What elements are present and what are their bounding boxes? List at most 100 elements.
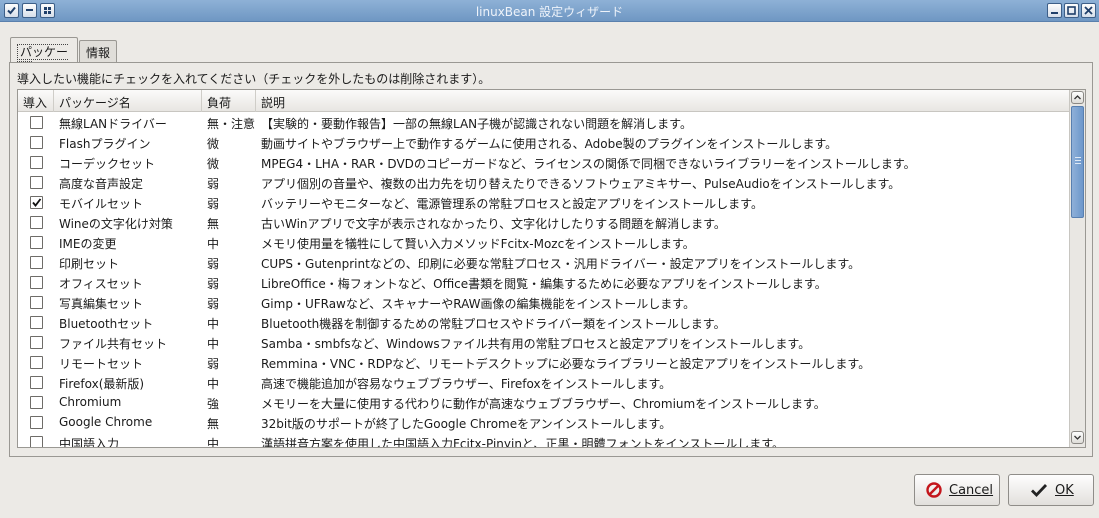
title-bar: linuxBean 設定ウィザード — [0, 0, 1099, 22]
install-checkbox[interactable] — [30, 276, 43, 289]
install-checkbox[interactable] — [30, 336, 43, 349]
column-header-description[interactable]: 説明 — [256, 90, 1071, 112]
tab-info-label: 情報 — [86, 46, 111, 60]
table-row[interactable]: Google Chrome 無 32bit版のサポートが終了したGoogle Chr… — [18, 413, 1071, 433]
table-row[interactable]: Bluetoothセット 中 Bluetooth機器を制御するための常駐プロセスやド… — [18, 313, 1071, 333]
package-description: メモリーを大量に使用する代わりに動作が高速なウェブブラウザー、Chromiumを… — [261, 397, 826, 411]
package-load: 弱 — [207, 197, 220, 211]
install-checkbox[interactable] — [30, 396, 43, 409]
table-row[interactable]: ファイル共有セット 中 Samba・smbfsなど、Windowsファイル共有用の常… — [18, 333, 1071, 353]
minimize-icon[interactable] — [1047, 3, 1062, 18]
package-description: Bluetooth機器を制御するための常駐プロセスやドライバー類をインストールし… — [261, 317, 726, 331]
package-name: Google Chrome — [59, 415, 153, 429]
package-load: 弱 — [207, 357, 220, 371]
close-icon[interactable] — [1081, 3, 1096, 18]
package-load: 中 — [207, 337, 220, 351]
package-load: 無 — [207, 217, 220, 231]
tab-info[interactable]: 情報 — [79, 40, 117, 63]
package-list: 導入 パッケージ名 負荷 説明 無線LANドライバー 無・注意 【実験的・要動作報告… — [17, 89, 1086, 448]
package-name: Firefox(最新版) — [59, 377, 145, 391]
package-load: 強 — [207, 397, 220, 411]
package-name: オフィスセット — [59, 277, 143, 291]
package-description: CUPS・Gutenprintなどの、印刷に必要な常駐プロセス・汎用ドライバー・… — [261, 257, 861, 271]
package-name: Flashプラグイン — [59, 137, 151, 151]
package-description: 高速で機能追加が容易なウェブブラウザー、Firefoxをインストールします。 — [261, 377, 672, 391]
cancel-icon — [926, 482, 942, 498]
package-description: MPEG4・LHA・RAR・DVDのコピーガードなど、ライセンスの関係で同梱でき… — [261, 157, 916, 171]
column-header-load[interactable]: 負荷 — [202, 90, 256, 112]
package-load: 微 — [207, 137, 220, 151]
checkmark-icon — [1031, 484, 1048, 498]
package-load: 中 — [207, 437, 220, 447]
package-load: 弱 — [207, 277, 220, 291]
package-load: 中 — [207, 377, 220, 391]
cancel-button[interactable]: Cancel — [914, 474, 1000, 506]
table-row[interactable]: 高度な音声設定 弱 アプリ個別の音量や、複数の出力先を切り替えたりできるソフトウェア… — [18, 173, 1071, 193]
ok-label: OK — [1055, 483, 1074, 498]
package-name: 無線LANドライバー — [59, 117, 167, 131]
install-checkbox[interactable] — [30, 436, 43, 447]
package-name: IMEの変更 — [59, 237, 117, 251]
install-checkbox[interactable] — [30, 116, 43, 129]
package-name: 中国語入力 — [59, 437, 120, 447]
table-row[interactable]: 無線LANドライバー 無・注意 【実験的・要動作報告】一部の無線LAN子機が認識され… — [18, 113, 1071, 133]
package-name: ファイル共有セット — [59, 337, 168, 351]
column-header-install[interactable]: 導入 — [18, 90, 54, 112]
scrollbar-thumb[interactable] — [1071, 106, 1084, 218]
install-checkbox[interactable] — [30, 216, 43, 229]
package-load: 中 — [207, 317, 220, 331]
table-row[interactable]: Flashプラグイン 微 動画サイトやブラウザー上で動作するゲームに使用される、Ad… — [18, 133, 1071, 153]
table-row[interactable]: 中国語入力 中 漢語拼音方案を使用した中国語入力Fcitx-Pinyinと、正黒・明… — [18, 433, 1071, 447]
package-load: 無・注意 — [207, 117, 256, 131]
list-rows: 無線LANドライバー 無・注意 【実験的・要動作報告】一部の無線LAN子機が認識され… — [18, 113, 1071, 447]
table-row[interactable]: モバイルセット 弱 バッテリーやモニターなど、電源管理系の常駐プロセスと設定アプリを… — [18, 193, 1071, 213]
package-name: 印刷セット — [59, 257, 120, 271]
table-row[interactable]: Firefox(最新版) 中 高速で機能追加が容易なウェブブラウザー、Firefox… — [18, 373, 1071, 393]
table-row[interactable]: Wineの文字化け対策 無 古いWinアプリで文字が表示されなかったり、文字化けした… — [18, 213, 1071, 233]
package-description: Gimp・UFRawなど、スキャナーやRAW画像の編集機能をインストールします。 — [261, 297, 696, 311]
package-description: バッテリーやモニターなど、電源管理系の常駐プロセスと設定アプリをインストールしま… — [261, 197, 763, 211]
table-row[interactable]: オフィスセット 弱 LibreOffice・梅フォントなど、Office書類を閲覧・… — [18, 273, 1071, 293]
install-checkbox[interactable] — [30, 196, 43, 209]
ok-button[interactable]: OK — [1008, 474, 1094, 506]
vertical-scrollbar[interactable] — [1069, 90, 1085, 447]
install-checkbox[interactable] — [30, 416, 43, 429]
install-checkbox[interactable] — [30, 156, 43, 169]
table-row[interactable]: Chromium 強 メモリーを大量に使用する代わりに動作が高速なウェブブラウザー、… — [18, 393, 1071, 413]
package-load: 中 — [207, 237, 220, 251]
scroll-up-icon[interactable] — [1071, 91, 1084, 104]
maximize-icon[interactable] — [1064, 3, 1079, 18]
cancel-label: Cancel — [949, 483, 994, 498]
install-checkbox[interactable] — [30, 236, 43, 249]
table-row[interactable]: 印刷セット 弱 CUPS・Gutenprintなどの、印刷に必要な常駐プロセス・汎用… — [18, 253, 1071, 273]
column-header-package[interactable]: パッケージ名 — [54, 90, 202, 112]
package-name: リモートセット — [59, 357, 144, 371]
install-checkbox[interactable] — [30, 296, 43, 309]
install-checkbox[interactable] — [30, 136, 43, 149]
package-load: 微 — [207, 157, 220, 171]
package-description: 【実験的・要動作報告】一部の無線LAN子機が認識されない問題を解消します。 — [261, 117, 692, 131]
install-checkbox[interactable] — [30, 376, 43, 389]
package-load: 弱 — [207, 257, 220, 271]
package-name: Chromium — [59, 395, 122, 409]
scroll-down-icon[interactable] — [1071, 431, 1084, 444]
install-checkbox[interactable] — [30, 256, 43, 269]
package-load: 無 — [207, 417, 220, 431]
checkmark-icon — [32, 198, 42, 207]
package-description: アプリ個別の音量や、複数の出力先を切り替えたりできるソフトウェアミキサー、Pul… — [261, 177, 901, 191]
instruction-text: 導入したい機能にチェックを入れてください（チェックを外したものは削除されます）。 — [17, 72, 491, 86]
package-description: Samba・smbfsなど、Windowsファイル共有用の常駐プロセスと設定アプ… — [261, 337, 811, 351]
package-description: メモリ使用量を犠牲にして賢い入力メソッドFcitx-Mozcをインストールします… — [261, 237, 695, 251]
install-checkbox[interactable] — [30, 356, 43, 369]
table-row[interactable]: IMEの変更 中 メモリ使用量を犠牲にして賢い入力メソッドFcitx-Mozcをイン… — [18, 233, 1071, 253]
table-row[interactable]: コーデックセット 微 MPEG4・LHA・RAR・DVDのコピーガードなど、ライセン… — [18, 153, 1071, 173]
tab-package[interactable]: パッケージ — [10, 37, 78, 77]
package-name: 写真編集セット — [59, 297, 144, 311]
package-description: Remmina・VNC・RDPなど、リモートデスクトップに必要なライブラリーと設… — [261, 357, 871, 371]
table-row[interactable]: 写真編集セット 弱 Gimp・UFRawなど、スキャナーやRAW画像の編集機能をイン… — [18, 293, 1071, 313]
package-description: LibreOffice・梅フォントなど、Office書類を閲覧・編集するために必… — [261, 277, 827, 291]
install-checkbox[interactable] — [30, 316, 43, 329]
install-checkbox[interactable] — [30, 176, 43, 189]
table-row[interactable]: リモートセット 弱 Remmina・VNC・RDPなど、リモートデスクトップに必要な… — [18, 353, 1071, 373]
package-description: 32bit版のサポートが終了したGoogle Chromeをアンインストールしま… — [261, 417, 672, 431]
